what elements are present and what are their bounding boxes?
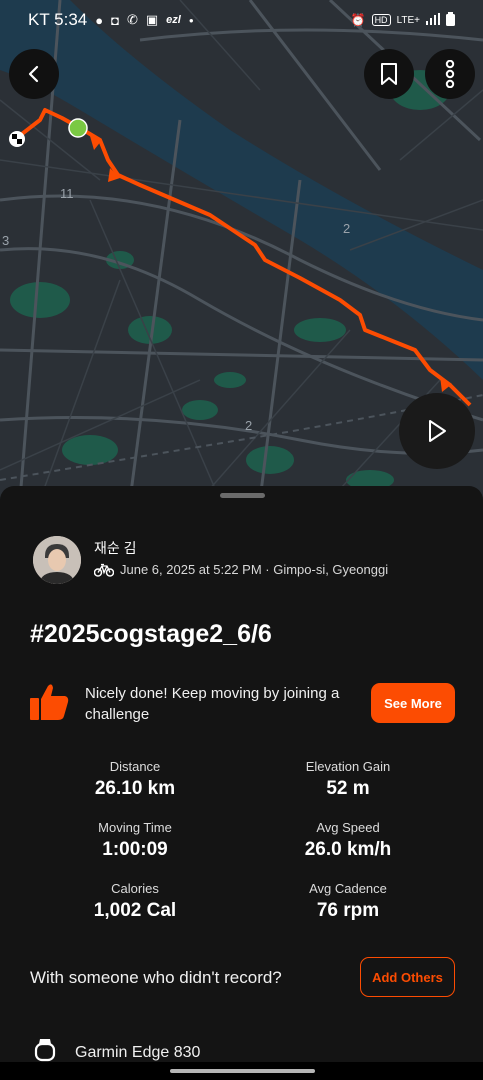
gallery-icon: ▣ <box>145 12 159 27</box>
stat-value: 26.0 km/h <box>304 839 392 860</box>
stat-value: 1,002 Cal <box>93 900 177 921</box>
stat-label: Distance <box>109 759 161 774</box>
phone-icon: ✆ <box>126 12 138 27</box>
bike-icon <box>94 563 114 577</box>
stat-moving-time: Moving Time 1:00:09 <box>35 820 235 861</box>
home-indicator[interactable] <box>170 1069 315 1073</box>
dot-icon: ● <box>188 15 194 25</box>
more-vertical-icon <box>445 60 455 88</box>
stat-value: 1:00:09 <box>102 839 168 860</box>
device-name: Garmin Edge 830 <box>75 1044 201 1061</box>
play-icon <box>429 420 446 442</box>
talk-icon: ● <box>95 12 104 28</box>
map-label: 3 <box>2 233 9 248</box>
stat-label: Elevation Gain <box>305 759 391 774</box>
bookmark-icon <box>381 63 397 85</box>
park-area <box>62 435 118 465</box>
stat-distance: Distance 26.10 km <box>35 759 235 800</box>
stat-avg-cadence: Avg Cadence 76 rpm <box>248 881 448 922</box>
ezl-badge: ezl <box>166 14 181 26</box>
system-nav-bar <box>0 1062 483 1080</box>
stat-elevation-gain: Elevation Gain 52 m <box>248 759 448 800</box>
see-more-button[interactable]: See More <box>371 683 455 723</box>
map-label: 11 <box>60 186 74 201</box>
park-area <box>246 446 294 474</box>
alarm-icon: ⏰ <box>350 13 366 27</box>
more-options-button[interactable] <box>425 49 475 99</box>
instagram-icon: ◘ <box>111 12 119 28</box>
signal-icon <box>426 12 440 28</box>
finish-flag-icon <box>9 131 25 147</box>
map-label: 2 <box>245 418 252 433</box>
activity-sheet: 재순 김 June 6, 2025 at 5:22 PM · Gimpo-si,… <box>0 486 483 1080</box>
athlete-name[interactable]: 재순 김 <box>94 538 137 558</box>
stat-label: Moving Time <box>98 820 172 835</box>
challenge-prompt: Nicely done! Keep moving by joining a ch… <box>85 685 340 723</box>
sheet-drag-handle[interactable] <box>220 493 265 498</box>
back-button[interactable] <box>9 49 59 99</box>
park-area <box>10 282 70 318</box>
stat-value: 52 m <box>326 778 370 799</box>
activity-meta: June 6, 2025 at 5:22 PM · Gimpo-si, Gyeo… <box>94 562 388 577</box>
stat-value: 76 rpm <box>316 900 380 921</box>
activity-title: #2025cogstage2_6/6 <box>30 620 272 648</box>
avatar[interactable] <box>33 536 81 584</box>
stat-value: 26.10 km <box>94 778 176 799</box>
play-flyover-button[interactable] <box>399 393 475 469</box>
thumbs-up-icon <box>28 682 70 727</box>
stat-calories: Calories 1,002 Cal <box>35 881 235 922</box>
status-bar: KT 5:34 ● ◘ ✆ ▣ ezl ● ⏰ HD LTE+ <box>0 0 483 40</box>
hd-icon: HD <box>371 14 391 26</box>
stat-avg-speed: Avg Speed 26.0 km/h <box>248 820 448 861</box>
park-area <box>294 318 346 342</box>
chevron-left-icon <box>28 65 39 83</box>
network-label: LTE+ <box>396 14 420 26</box>
map-label: 2 <box>343 221 350 236</box>
record-question: With someone who didn't record? <box>30 968 282 987</box>
battery-icon <box>446 11 455 29</box>
bookmark-button[interactable] <box>364 49 414 99</box>
carrier-time: KT 5:34 <box>28 10 88 29</box>
start-marker <box>68 118 88 138</box>
activity-date-location: June 6, 2025 at 5:22 PM · Gimpo-si, Gyeo… <box>120 562 389 577</box>
park-area <box>182 400 218 420</box>
route-arrow <box>440 376 452 392</box>
stat-label: Calories <box>111 881 159 896</box>
add-others-button[interactable]: Add Others <box>360 957 455 997</box>
stat-label: Avg Cadence <box>309 881 387 896</box>
stat-label: Avg Speed <box>316 820 380 835</box>
park-area <box>214 372 246 388</box>
